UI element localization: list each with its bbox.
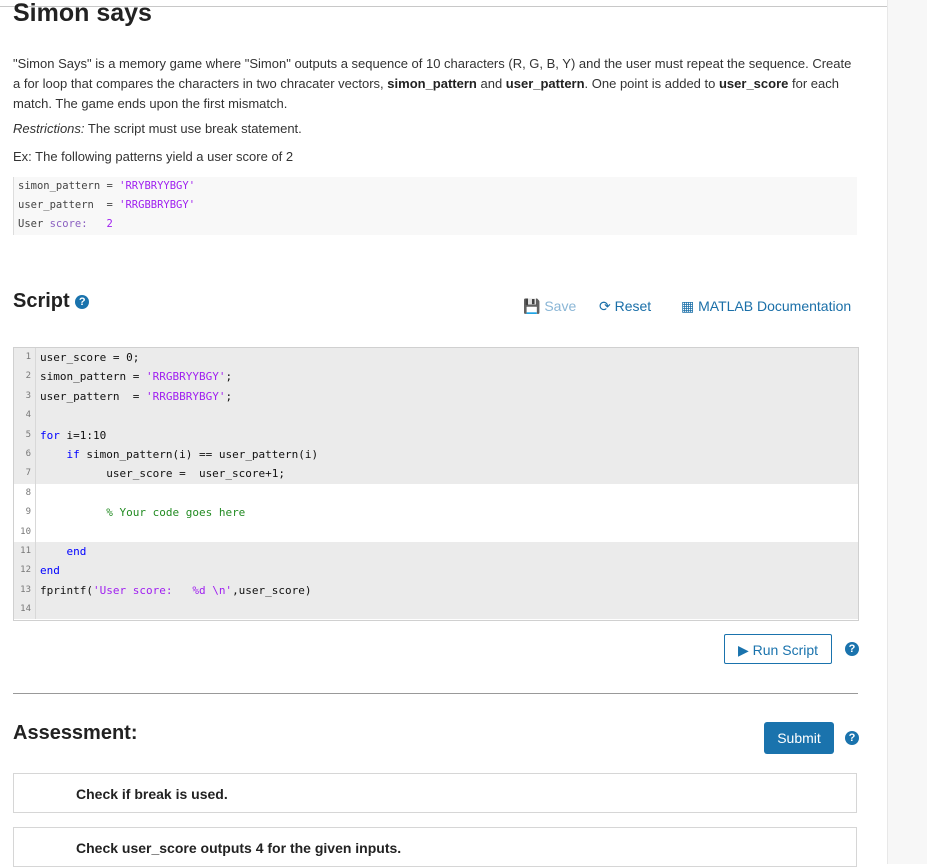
- right-sidebar: [887, 0, 927, 864]
- code-text: fprintf('User score: %d \n',user_score): [40, 583, 312, 597]
- code-line[interactable]: 13 fprintf('User score: %d \n',user_score…: [14, 580, 858, 601]
- line-number: 9: [14, 503, 36, 523]
- line-number: 12: [14, 561, 36, 581]
- matlab-docs-link[interactable]: ▦ MATLAB Documentation: [681, 298, 851, 315]
- line-number: 2: [14, 367, 36, 387]
- description: "Simon Says" is a memory game where "Sim…: [13, 56, 852, 111]
- save-icon: 💾: [523, 298, 541, 314]
- submit-button[interactable]: Submit: [764, 722, 834, 754]
- example-intro: Ex: The following patterns yield a user …: [13, 149, 294, 164]
- code-line[interactable]: 1 user_score = 0;: [14, 348, 858, 368]
- code-editor[interactable]: 1 user_score = 0; 2 simon_pattern = 'RRGBRY…: [13, 347, 859, 621]
- example-line-2: user_pattern = 'RRGBBRYBGY': [18, 199, 196, 211]
- code-text: if simon_pattern(i) == user_pattern(i): [66, 447, 319, 461]
- line-number: 11: [14, 541, 36, 562]
- section-divider: [13, 693, 858, 694]
- line-number: 5: [14, 425, 36, 445]
- line-number: 10: [14, 522, 36, 542]
- code-text: % Your code goes here: [106, 506, 246, 520]
- play-icon: ▶: [737, 642, 749, 658]
- code-text: end: [40, 564, 60, 578]
- reset-button[interactable]: ⟳ Reset: [599, 298, 651, 315]
- restrictions: Restrictions: The script must use break …: [13, 121, 302, 136]
- code-line[interactable]: 7 user_score = user_score+1;: [14, 464, 858, 484]
- code-text: user_score = 0;: [40, 351, 140, 364]
- line-number: 6: [14, 444, 36, 465]
- book-icon: ▦: [681, 298, 695, 314]
- code-line[interactable]: 12 end: [14, 561, 858, 581]
- reset-icon: ⟳: [599, 298, 611, 314]
- code-text: user_score = user_score+1;: [40, 467, 286, 481]
- code-line[interactable]: 10: [14, 522, 858, 542]
- line-number: 7: [14, 464, 36, 484]
- code-line[interactable]: 5 for i=1:10: [14, 425, 858, 445]
- code-text: simon_pattern = 'RRGBRYYBGY';: [40, 370, 233, 384]
- assessment-check-2[interactable]: Check user_score outputs 4 for the given…: [13, 827, 857, 867]
- code-line[interactable]: 8: [14, 483, 858, 504]
- code-text: end: [66, 544, 87, 558]
- code-line[interactable]: 11 end: [14, 541, 858, 562]
- line-number: 1: [14, 348, 36, 368]
- script-header: Script ?: [13, 290, 90, 313]
- line-number: 8: [14, 483, 36, 504]
- code-line[interactable]: 3 user_pattern = 'RRGBBRYBGY';: [14, 386, 858, 407]
- code-line[interactable]: 4: [14, 406, 858, 426]
- code-line[interactable]: 9 % Your code goes here: [14, 503, 858, 523]
- page-title: Simon says: [13, 0, 152, 27]
- example-line-1: simon_pattern = 'RRYBRYYBGY': [18, 180, 196, 192]
- line-number: 4: [14, 406, 36, 426]
- assessment-check-1[interactable]: Check if break is used.: [13, 773, 857, 813]
- code-text: for i=1:10: [40, 428, 107, 442]
- line-number: 13: [14, 580, 36, 601]
- help-icon[interactable]: ?: [75, 294, 90, 309]
- example-block: simon_pattern = 'RRYBRYYBGY' user_patter…: [13, 177, 857, 235]
- line-number: 14: [14, 600, 36, 620]
- code-line[interactable]: 6 if simon_pattern(i) == user_pattern(i): [14, 444, 858, 465]
- submit-help-icon[interactable]: ?: [845, 731, 859, 745]
- run-script-button[interactable]: ▶ Run Script: [724, 634, 832, 664]
- save-button[interactable]: 💾 Save: [523, 298, 576, 315]
- code-line[interactable]: 2 simon_pattern = 'RRGBRYYBGY';: [14, 367, 858, 387]
- assessment-header: Assessment:: [13, 722, 138, 744]
- code-text: user_pattern = 'RRGBBRYBGY';: [40, 389, 233, 403]
- line-number: 3: [14, 386, 36, 407]
- run-help-icon[interactable]: ?: [845, 642, 859, 656]
- example-line-3: User score: 2: [18, 218, 113, 230]
- code-line[interactable]: 14: [14, 600, 858, 620]
